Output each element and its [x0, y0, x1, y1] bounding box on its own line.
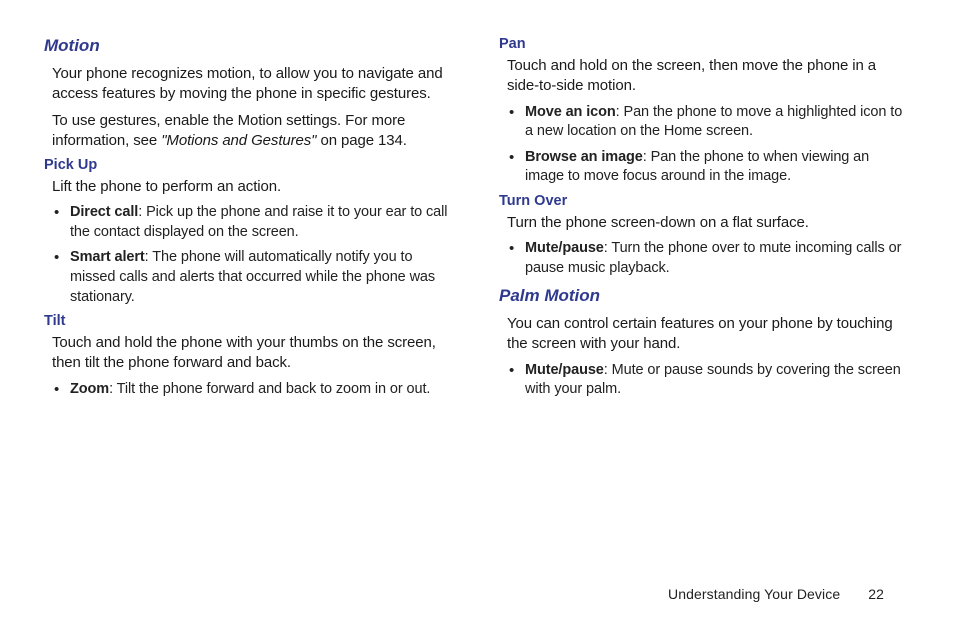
bullet-label: Direct call — [70, 204, 138, 220]
list-item: Mute/pause: Mute or pause sounds by cove… — [507, 361, 910, 400]
left-column: Motion Your phone recognizes motion, to … — [44, 36, 455, 406]
motion-p2-italic: "Motions and Gestures" — [161, 132, 316, 149]
heading-tilt: Tilt — [44, 313, 455, 329]
heading-turnover: Turn Over — [499, 193, 910, 209]
footer-section: Understanding Your Device — [668, 586, 840, 602]
bullet-label: Browse an image — [525, 149, 643, 165]
bullet-label: Zoom — [70, 381, 109, 397]
heading-pickup: Pick Up — [44, 157, 455, 173]
bullet-text: : Tilt the phone forward and back to zoo… — [109, 381, 430, 397]
pickup-p1: Lift the phone to perform an action. — [52, 177, 455, 197]
tilt-list: Zoom: Tilt the phone forward and back to… — [52, 380, 455, 400]
right-column: Pan Touch and hold on the screen, then m… — [499, 36, 910, 406]
motion-p1: Your phone recognizes motion, to allow y… — [52, 64, 455, 105]
list-item: Smart alert: The phone will automaticall… — [52, 248, 455, 307]
heading-motion: Motion — [44, 36, 455, 56]
motion-p2b: on page 134. — [316, 132, 406, 149]
motion-p2: To use gestures, enable the Motion setti… — [52, 111, 455, 152]
list-item: Zoom: Tilt the phone forward and back to… — [52, 380, 455, 400]
pickup-list: Direct call: Pick up the phone and raise… — [52, 203, 455, 307]
palm-p1: You can control certain features on your… — [507, 314, 910, 355]
bullet-label: Move an icon — [525, 104, 616, 120]
list-item: Browse an image: Pan the phone to when v… — [507, 148, 910, 187]
list-item: Mute/pause: Turn the phone over to mute … — [507, 239, 910, 278]
bullet-label: Smart alert — [70, 249, 145, 265]
turnover-list: Mute/pause: Turn the phone over to mute … — [507, 239, 910, 278]
list-item: Move an icon: Pan the phone to move a hi… — [507, 103, 910, 142]
pan-p1: Touch and hold on the screen, then move … — [507, 56, 910, 97]
heading-pan: Pan — [499, 36, 910, 52]
palm-list: Mute/pause: Mute or pause sounds by cove… — [507, 361, 910, 400]
heading-palm: Palm Motion — [499, 286, 910, 306]
bullet-label: Mute/pause — [525, 362, 604, 378]
turnover-p1: Turn the phone screen-down on a flat sur… — [507, 213, 910, 233]
page-footer: Understanding Your Device 22 — [668, 586, 884, 602]
bullet-label: Mute/pause — [525, 240, 604, 256]
page-columns: Motion Your phone recognizes motion, to … — [44, 36, 910, 406]
page-number: 22 — [868, 586, 884, 602]
tilt-p1: Touch and hold the phone with your thumb… — [52, 333, 455, 374]
list-item: Direct call: Pick up the phone and raise… — [52, 203, 455, 242]
pan-list: Move an icon: Pan the phone to move a hi… — [507, 103, 910, 187]
